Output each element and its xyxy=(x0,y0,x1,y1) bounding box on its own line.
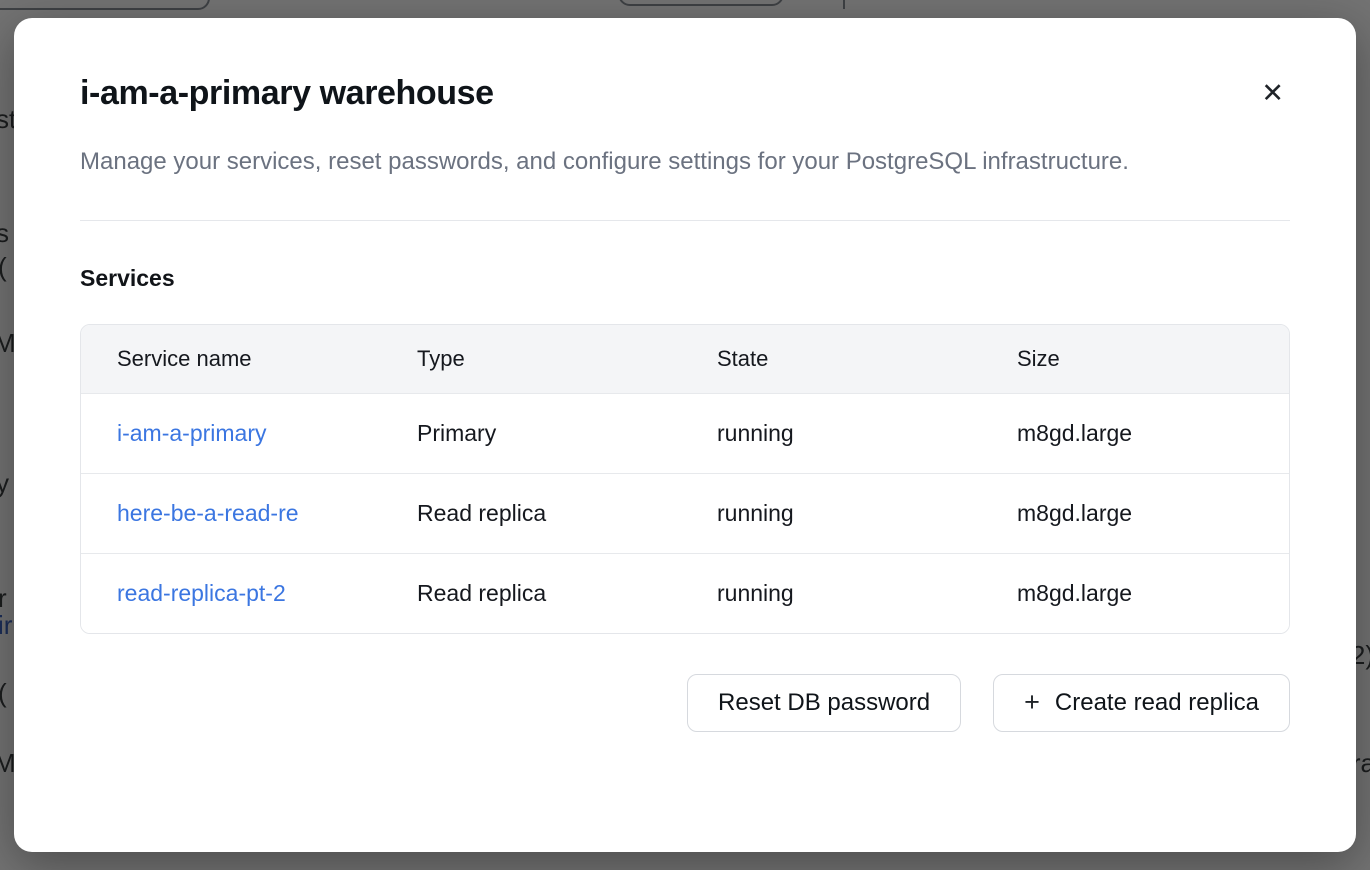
service-name-link[interactable]: read-replica-pt-2 xyxy=(117,580,286,606)
service-name-link[interactable]: here-be-a-read-re xyxy=(117,500,299,526)
column-header-service-name: Service name xyxy=(81,325,381,393)
divider xyxy=(80,220,1290,221)
service-state: running xyxy=(681,474,981,553)
table-header-row: Service name Type State Size xyxy=(81,325,1289,393)
table-row: here-be-a-read-re Read replica running m… xyxy=(81,473,1289,553)
service-size: m8gd.large xyxy=(981,554,1289,633)
table-row: i-am-a-primary Primary running m8gd.larg… xyxy=(81,393,1289,473)
column-header-type: Type xyxy=(381,325,681,393)
column-header-size: Size xyxy=(981,325,1289,393)
column-header-state: State xyxy=(681,325,981,393)
service-type: Primary xyxy=(381,394,681,473)
service-type: Read replica xyxy=(381,554,681,633)
close-icon: ✕ xyxy=(1261,78,1284,108)
services-table: Service name Type State Size i-am-a-prim… xyxy=(80,324,1290,634)
modal-title: i-am-a-primary warehouse xyxy=(80,74,494,113)
modal-actions: Reset DB password + Create read replica xyxy=(80,674,1290,732)
create-read-replica-label: Create read replica xyxy=(1055,689,1259,717)
service-state: running xyxy=(681,394,981,473)
reset-db-password-button[interactable]: Reset DB password xyxy=(687,674,961,732)
service-type: Read replica xyxy=(381,474,681,553)
warehouse-services-modal: i-am-a-primary warehouse ✕ Manage your s… xyxy=(14,18,1356,852)
modal-description: Manage your services, reset passwords, a… xyxy=(80,141,1220,184)
table-row: read-replica-pt-2 Read replica running m… xyxy=(81,553,1289,633)
create-read-replica-button[interactable]: + Create read replica xyxy=(993,674,1290,732)
close-button[interactable]: ✕ xyxy=(1255,76,1290,111)
service-name-link[interactable]: i-am-a-primary xyxy=(117,420,267,446)
service-size: m8gd.large xyxy=(981,474,1289,553)
services-heading: Services xyxy=(80,265,1290,292)
plus-icon: + xyxy=(1024,689,1040,716)
modal-header: i-am-a-primary warehouse ✕ xyxy=(80,74,1290,113)
service-state: running xyxy=(681,554,981,633)
reset-db-password-label: Reset DB password xyxy=(718,689,930,717)
service-size: m8gd.large xyxy=(981,394,1289,473)
